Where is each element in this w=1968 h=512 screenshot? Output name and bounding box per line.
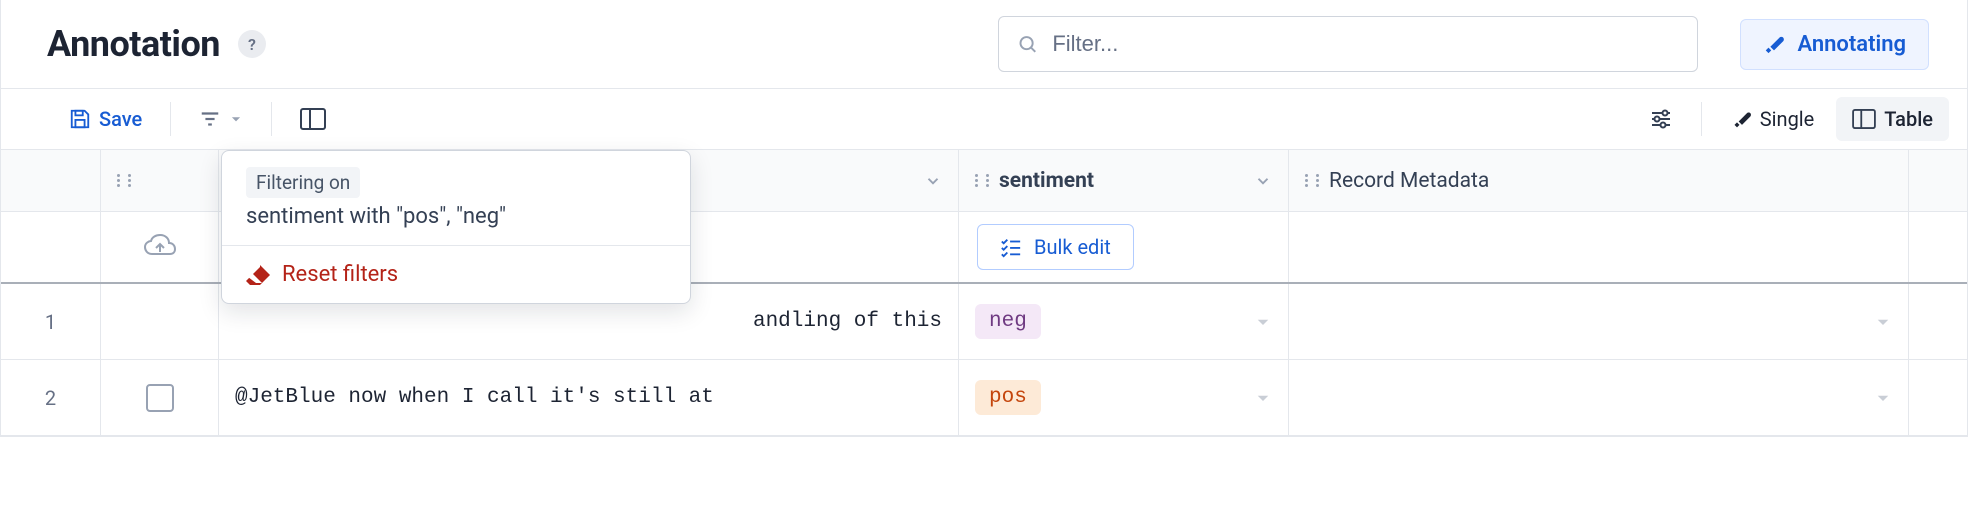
- page-title: Annotation: [47, 23, 220, 65]
- help-icon[interactable]: ?: [238, 30, 266, 58]
- th-drag[interactable]: [101, 150, 219, 211]
- save-icon: [69, 108, 91, 130]
- view-single-label: Single: [1760, 107, 1814, 131]
- pen-icon: [1732, 109, 1752, 129]
- cloud-upload-icon: [117, 234, 202, 260]
- chevron-down-icon[interactable]: [1254, 313, 1272, 331]
- table-icon: [1852, 109, 1876, 129]
- sliders-icon: [1649, 107, 1673, 131]
- sentiment-tag: neg: [975, 304, 1041, 339]
- row-metadata-cell[interactable]: [1289, 284, 1909, 359]
- drag-handle-icon: [117, 174, 131, 187]
- highlighter-icon: [1763, 33, 1785, 55]
- row-metadata-cell[interactable]: [1289, 360, 1909, 435]
- row-tail: [1909, 360, 1968, 435]
- view-table-button[interactable]: Table: [1836, 97, 1949, 141]
- filter-input-wrapper[interactable]: [998, 16, 1698, 72]
- sentiment-tag: pos: [975, 380, 1041, 415]
- th-metadata-label: Record Metadata: [1329, 169, 1489, 193]
- filtering-on-pill: Filtering on: [246, 167, 360, 198]
- reset-filters-button[interactable]: Reset filters: [246, 262, 666, 287]
- row-checkbox-cell: [101, 284, 219, 359]
- chevron-down-icon[interactable]: [1254, 172, 1272, 190]
- row-sentiment-cell[interactable]: pos: [959, 360, 1289, 435]
- header-bar: Annotation ? Annotating: [1, 0, 1967, 89]
- columns-button[interactable]: [286, 100, 340, 138]
- sub-metadata: [1289, 212, 1909, 282]
- row-checkbox[interactable]: [146, 384, 174, 412]
- sub-tail: [1909, 212, 1968, 282]
- bulk-edit-label: Bulk edit: [1034, 235, 1111, 259]
- chevron-down-icon[interactable]: [1874, 389, 1892, 407]
- chevron-down-icon: [229, 112, 243, 126]
- divider: [170, 102, 171, 136]
- row-tail: [1909, 284, 1968, 359]
- reset-filters-label: Reset filters: [282, 262, 398, 287]
- filter-dropdown-button[interactable]: [185, 100, 257, 138]
- checklist-icon: [1000, 236, 1022, 258]
- chevron-down-icon[interactable]: [924, 172, 942, 190]
- row-number: 2: [1, 360, 101, 435]
- th-index: [1, 150, 101, 211]
- row-text-cell[interactable]: @JetBlue now when I call it's still at: [219, 360, 959, 435]
- record-text: andling of this: [753, 310, 942, 333]
- record-text: @JetBlue now when I call it's still at: [235, 386, 714, 409]
- annotating-mode-button[interactable]: Annotating: [1740, 19, 1929, 70]
- filter-description: sentiment with "pos", "neg": [246, 204, 666, 229]
- eraser-icon: [246, 265, 270, 285]
- save-button[interactable]: Save: [55, 99, 156, 139]
- th-sentiment[interactable]: sentiment: [959, 150, 1289, 211]
- sub-upload[interactable]: [101, 212, 219, 282]
- drag-handle-icon: [975, 174, 989, 187]
- th-sentiment-label: sentiment: [999, 169, 1094, 193]
- chevron-down-icon[interactable]: [1254, 389, 1272, 407]
- row-number: 1: [1, 284, 101, 359]
- chevron-down-icon[interactable]: [1874, 313, 1892, 331]
- toolbar: Save Single Table: [1, 89, 1967, 150]
- divider: [271, 102, 272, 136]
- columns-icon: [300, 108, 326, 130]
- bulk-edit-button[interactable]: Bulk edit: [977, 224, 1134, 270]
- view-table-label: Table: [1884, 107, 1933, 131]
- row-checkbox-cell: [101, 360, 219, 435]
- annotating-label: Annotating: [1797, 32, 1906, 57]
- th-metadata[interactable]: Record Metadata: [1289, 150, 1909, 211]
- drag-handle-icon: [1305, 174, 1319, 187]
- save-label: Save: [99, 107, 142, 131]
- view-single-button[interactable]: Single: [1716, 97, 1830, 141]
- th-tail: [1909, 150, 1968, 211]
- table-row: 2 @JetBlue now when I call it's still at…: [1, 360, 1967, 436]
- sub-sentiment: Bulk edit: [959, 212, 1289, 282]
- search-icon: [1017, 33, 1038, 55]
- settings-button[interactable]: [1635, 99, 1687, 139]
- filter-input[interactable]: [1050, 30, 1679, 58]
- row-sentiment-cell[interactable]: neg: [959, 284, 1289, 359]
- filter-icon: [199, 108, 221, 130]
- filter-popover: Filtering on sentiment with "pos", "neg"…: [221, 150, 691, 304]
- sub-index: [1, 212, 101, 282]
- data-table: sentiment Record Metadata: [1, 150, 1967, 436]
- divider: [1701, 102, 1702, 136]
